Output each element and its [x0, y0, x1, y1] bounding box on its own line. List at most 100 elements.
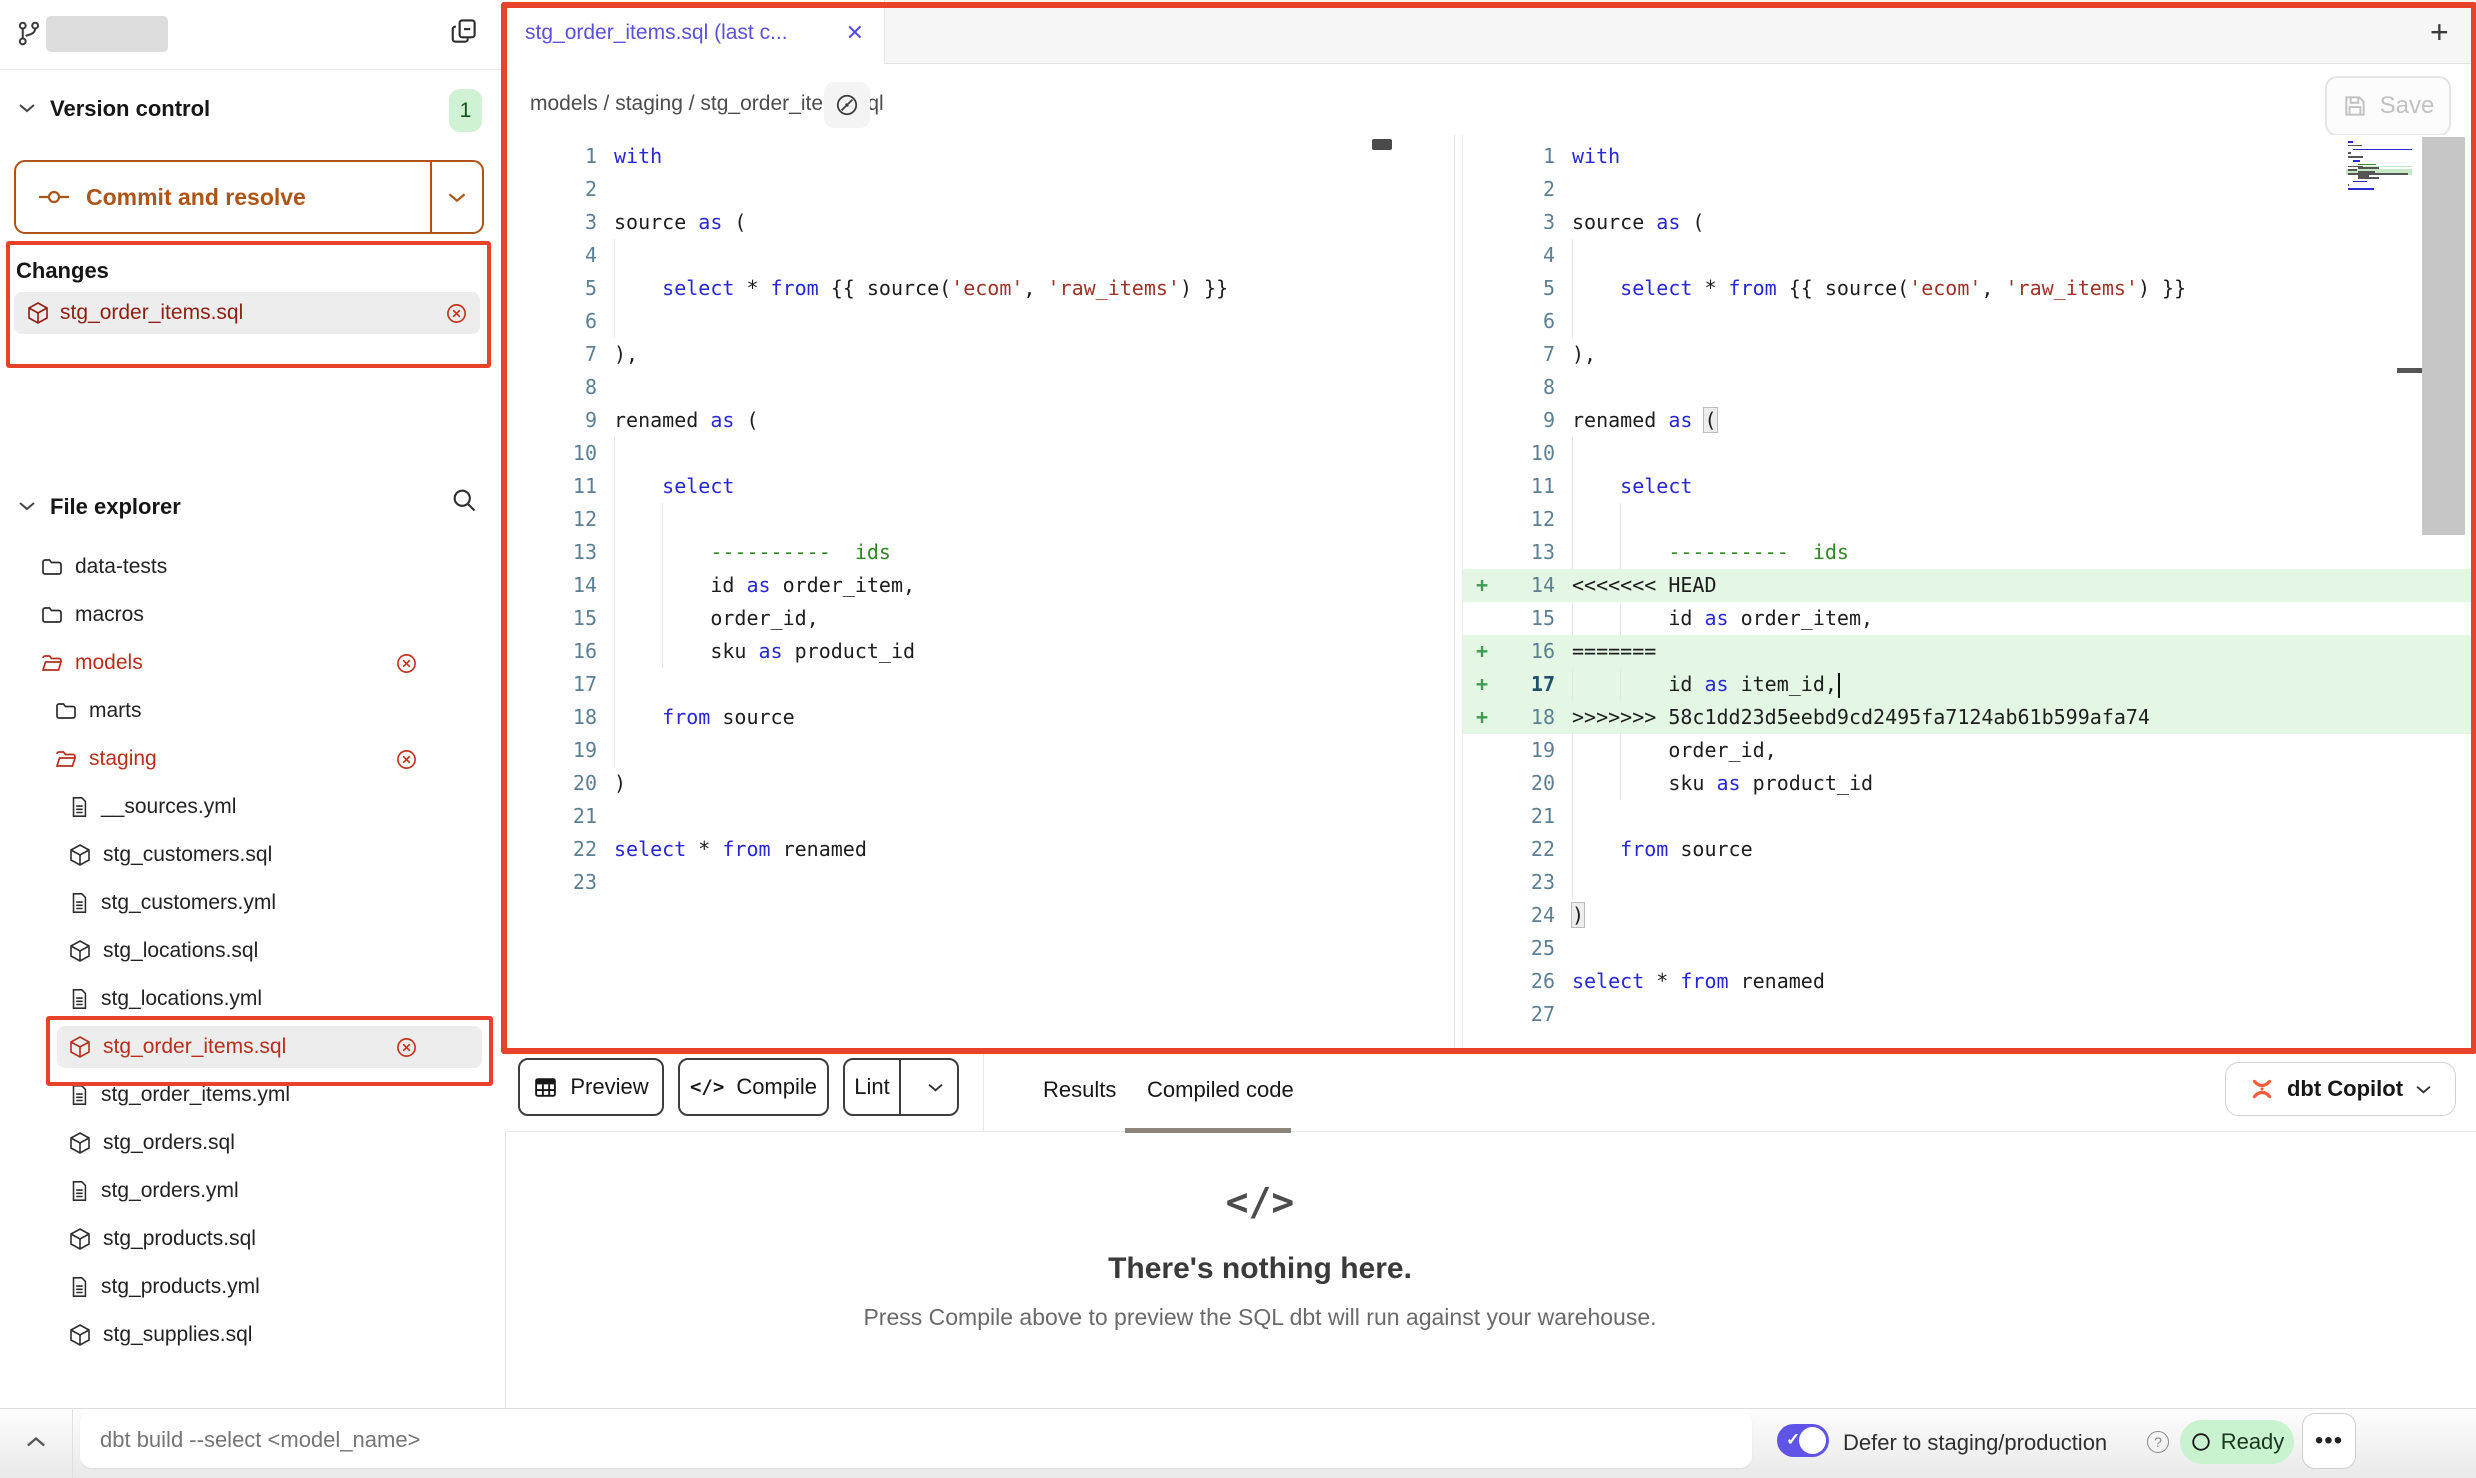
code-line-21[interactable]: 21 [1463, 800, 2476, 833]
tree-item-stg-products-yml[interactable]: stg_products.yml [0, 1263, 505, 1311]
code-line-18[interactable]: 18 from source [505, 701, 1454, 734]
code-line-25[interactable]: 25 [1463, 932, 2476, 965]
code-line-10[interactable]: 10 [1463, 437, 2476, 470]
discard-change-icon[interactable] [395, 1036, 418, 1059]
tree-item-stg-products-sql[interactable]: stg_products.sql [0, 1215, 505, 1263]
lint-dropdown-button[interactable] [913, 1060, 957, 1114]
code-line-17[interactable]: 17 [505, 668, 1454, 701]
changed-file-row[interactable]: stg_order_items.sql [14, 292, 480, 334]
right-pane-scrollbar[interactable] [2422, 137, 2465, 535]
file-explorer-chevron-icon[interactable] [18, 500, 36, 512]
code-line-21[interactable]: 21 [505, 800, 1454, 833]
code-line-4[interactable]: 4 [1463, 239, 2476, 272]
tab-results[interactable]: Results [1043, 1048, 1116, 1132]
tree-item-stg-locations-yml[interactable]: stg_locations.yml [0, 975, 505, 1023]
code-line-1[interactable]: 1with [505, 140, 1454, 173]
lineage-icon[interactable] [824, 82, 870, 128]
code-line-7[interactable]: 7), [505, 338, 1454, 371]
code-line-11[interactable]: 11 select [1463, 470, 2476, 503]
tab-close-icon[interactable]: ✕ [846, 20, 864, 46]
code-line-11[interactable]: 11 select [505, 470, 1454, 503]
tree-item-macros[interactable]: macros [0, 591, 505, 639]
code-line-16[interactable]: +16======= [1463, 635, 2476, 668]
code-line-5[interactable]: 5 select * from {{ source('ecom', 'raw_i… [505, 272, 1454, 305]
tree-item-stg-order-items-sql[interactable]: stg_order_items.sql [0, 1023, 505, 1071]
code-line-23[interactable]: 23 [505, 866, 1454, 899]
code-line-9[interactable]: 9renamed as ( [1463, 404, 2476, 437]
code-line-22[interactable]: 22 from source [1463, 833, 2476, 866]
code-line-4[interactable]: 4 [505, 239, 1454, 272]
code-line-8[interactable]: 8 [505, 371, 1454, 404]
tab-stg-order-items[interactable]: stg_order_items.sql (last c... ✕ [505, 0, 885, 65]
left-pane-scrollbar-thumb[interactable] [1372, 139, 1392, 150]
code-line-20[interactable]: 20) [505, 767, 1454, 800]
code-line-24[interactable]: 24) [1463, 899, 2476, 932]
code-line-8[interactable]: 8 [1463, 371, 2476, 404]
tree-item-stg-locations-sql[interactable]: stg_locations.sql [0, 927, 505, 975]
code-line-16[interactable]: 16 sku as product_id [505, 635, 1454, 668]
code-line-15[interactable]: 15 id as order_item, [1463, 602, 2476, 635]
new-tab-button[interactable]: + [2430, 16, 2449, 48]
code-line-14[interactable]: +14<<<<<<< HEAD [1463, 569, 2476, 602]
minimap-scroll-indicator[interactable] [2397, 368, 2423, 373]
tree-item-staging[interactable]: staging [0, 735, 505, 783]
code-line-23[interactable]: 23 [1463, 866, 2476, 899]
compile-button[interactable]: </> Compile [678, 1058, 829, 1116]
code-line-13[interactable]: 13 ---------- ids [505, 536, 1454, 569]
code-line-2[interactable]: 2 [1463, 173, 2476, 206]
commit-and-resolve-button[interactable]: Commit and resolve [14, 160, 484, 234]
copy-icon[interactable] [449, 16, 479, 46]
editor-pane-right[interactable]: 1with23source as (45 select * from {{ so… [1462, 135, 2476, 1048]
code-line-19[interactable]: 19 [505, 734, 1454, 767]
code-line-17[interactable]: +17 id as item_id, [1463, 668, 2476, 701]
code-line-19[interactable]: 19 order_id, [1463, 734, 2476, 767]
code-line-12[interactable]: 12 [1463, 503, 2476, 536]
code-line-1[interactable]: 1with [1463, 140, 2476, 173]
preview-button[interactable]: Preview [518, 1058, 664, 1116]
defer-toggle[interactable]: ✓ [1777, 1424, 1829, 1457]
tree-item-stg-order-items-yml[interactable]: stg_order_items.yml [0, 1071, 505, 1119]
more-options-button[interactable]: ••• [2302, 1413, 2356, 1469]
tree-item-models[interactable]: models [0, 639, 505, 687]
minimap[interactable] [2346, 141, 2420, 255]
code-line-3[interactable]: 3source as ( [1463, 206, 2476, 239]
search-icon[interactable] [450, 486, 478, 514]
code-line-3[interactable]: 3source as ( [505, 206, 1454, 239]
code-line-26[interactable]: 26select * from renamed [1463, 965, 2476, 998]
command-input[interactable] [80, 1412, 1752, 1468]
tree-item-stg-supplies-sql[interactable]: stg_supplies.sql [0, 1311, 505, 1359]
tree-item-stg-orders-yml[interactable]: stg_orders.yml [0, 1167, 505, 1215]
code-line-2[interactable]: 2 [505, 173, 1454, 206]
tree-item-marts[interactable]: marts [0, 687, 505, 735]
discard-change-icon[interactable] [395, 748, 418, 771]
code-line-15[interactable]: 15 order_id, [505, 602, 1454, 635]
code-line-12[interactable]: 12 [505, 503, 1454, 536]
code-line-9[interactable]: 9renamed as ( [505, 404, 1454, 437]
discard-change-icon[interactable] [445, 302, 468, 325]
expand-command-bar-icon[interactable] [20, 1428, 52, 1456]
code-line-18[interactable]: +18>>>>>>> 58c1dd23d5eebd9cd2495fa7124ab… [1463, 701, 2476, 734]
tab-compiled-code[interactable]: Compiled code [1147, 1048, 1294, 1132]
commit-dropdown-button[interactable] [432, 191, 482, 204]
code-line-27[interactable]: 27 [1463, 998, 2476, 1031]
tree-item--sources-yml[interactable]: __sources.yml [0, 783, 505, 831]
lint-button[interactable]: Lint [845, 1060, 901, 1114]
code-line-22[interactable]: 22select * from renamed [505, 833, 1454, 866]
tree-item-data-tests[interactable]: data-tests [0, 543, 505, 591]
code-line-5[interactable]: 5 select * from {{ source('ecom', 'raw_i… [1463, 272, 2476, 305]
editor-pane-left[interactable]: 1with23source as (45 select * from {{ so… [505, 135, 1455, 1048]
dbt-copilot-button[interactable]: dbt Copilot [2225, 1062, 2456, 1116]
code-line-7[interactable]: 7), [1463, 338, 2476, 371]
version-control-chevron-icon[interactable] [18, 102, 36, 114]
code-line-6[interactable]: 6 [1463, 305, 2476, 338]
tree-item-stg-customers-sql[interactable]: stg_customers.sql [0, 831, 505, 879]
code-line-10[interactable]: 10 [505, 437, 1454, 470]
code-line-20[interactable]: 20 sku as product_id [1463, 767, 2476, 800]
tree-item-stg-orders-sql[interactable]: stg_orders.sql [0, 1119, 505, 1167]
code-line-14[interactable]: 14 id as order_item, [505, 569, 1454, 602]
help-icon[interactable]: ? [2147, 1431, 2169, 1453]
code-line-6[interactable]: 6 [505, 305, 1454, 338]
save-button[interactable]: Save [2325, 76, 2451, 136]
code-line-13[interactable]: 13 ---------- ids [1463, 536, 2476, 569]
discard-change-icon[interactable] [395, 652, 418, 675]
